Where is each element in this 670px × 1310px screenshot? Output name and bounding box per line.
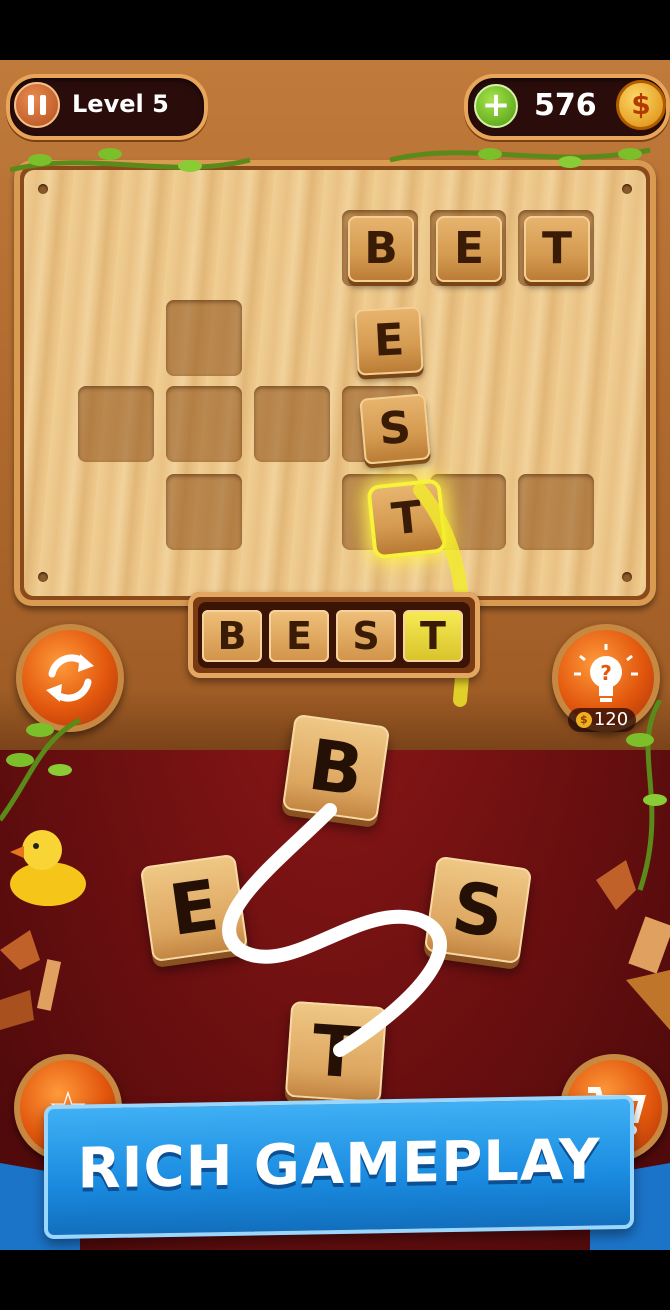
empty-cell (78, 386, 154, 462)
swipe-path (222, 803, 447, 1057)
add-coins-button[interactable]: + (474, 84, 518, 128)
coin-count: 576 (534, 88, 597, 123)
board-letter-tile: E (354, 306, 424, 376)
board-letter-tile: E (436, 216, 502, 282)
promo-banner-text: RICH GAMEPLAY (77, 1127, 601, 1202)
current-word-letter: E (269, 610, 329, 662)
empty-cell (254, 386, 330, 462)
empty-cell (166, 386, 242, 462)
coin-icon: $ (616, 80, 666, 130)
pause-button[interactable] (14, 82, 60, 128)
coin-icon: $ (575, 712, 592, 728)
wood-block-decor-icon (0, 930, 62, 1030)
vine-decor-icon (626, 700, 667, 891)
level-label: Level 5 (72, 90, 169, 118)
promo-banner: RICH GAMEPLAY (44, 1094, 634, 1240)
board-letter-tile: T (524, 216, 590, 282)
screw-icon (622, 572, 632, 582)
empty-cell (518, 474, 594, 550)
level-pill: Level 5 (6, 74, 208, 140)
screw-icon (38, 572, 48, 582)
current-word-inner: B E S T (198, 602, 470, 668)
game-screen: Level 5 + 576 $ B E T E S T B E S T ? $ … (0, 60, 670, 1250)
coin-pill: + 576 $ (464, 74, 670, 140)
pause-icon-bar (40, 95, 46, 115)
current-word-letter: T (403, 610, 463, 662)
current-word-letter: S (336, 610, 396, 662)
current-word-bar: B E S T (188, 592, 480, 678)
svg-text:?: ? (600, 661, 612, 685)
board-letter-tile: S (359, 393, 431, 465)
board-letter-tile: B (348, 216, 414, 282)
vine-decor-icon (0, 717, 82, 822)
current-word-letter: B (202, 610, 262, 662)
crossword-board: B E T E S T (24, 170, 646, 596)
pause-icon (28, 95, 34, 115)
empty-cell (166, 300, 242, 376)
empty-cell (166, 474, 242, 550)
vine-decor-icon (10, 147, 651, 173)
